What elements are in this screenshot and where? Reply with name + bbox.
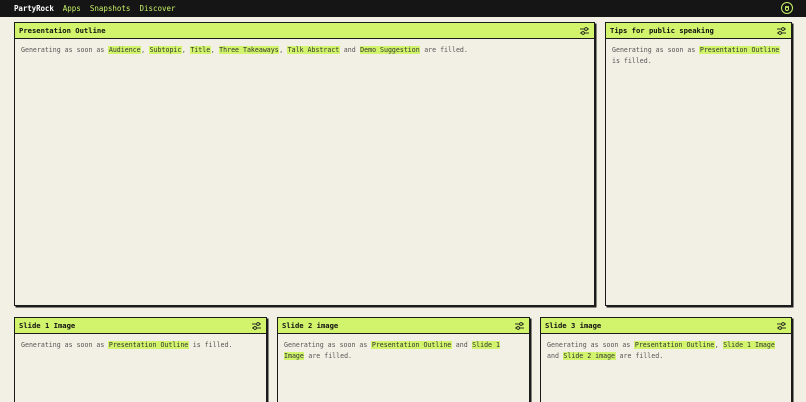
input-ref-demo-suggestion: Demo Suggestion [359,46,421,54]
widget-header: Slide 1 Image [15,318,266,334]
widget-slide-2-image: Slide 2 image Generating as soon as Pres… [277,317,530,402]
input-ref-presentation-outline: Presentation Outline [634,341,715,349]
input-ref-slide-1-image: Slide 1 Image [722,341,776,349]
settings-sliders-icon[interactable] [515,321,524,330]
widget-title: Slide 1 Image [19,321,76,330]
settings-sliders-icon[interactable] [252,321,261,330]
input-ref-slide-2-image: Slide 2 image [562,351,616,360]
input-ref-audience: Audience [108,46,142,54]
widget-title: Tips for public speaking [610,26,714,35]
user-avatar-icon[interactable] [781,2,793,14]
settings-sliders-icon[interactable] [777,321,786,330]
widget-status-text: Generating as soon as Presentation Outli… [612,46,780,65]
input-ref-subtopic: Subtopic [149,46,182,54]
input-ref-presentation-outline: Presentation Outline [371,341,452,349]
input-ref-talk-abstract: Talk Abstract [287,46,340,54]
widget-title: Presentation Outline [19,26,106,35]
widget-presentation-outline: Presentation Outline Generating as soon … [14,22,595,306]
nav-link-discover[interactable]: Discover [139,4,175,13]
widget-header: Slide 2 image [278,318,529,334]
nav-link-snapshots[interactable]: Snapshots [90,4,131,13]
widget-slide-3-image: Slide 3 image Generating as soon as Pres… [540,317,792,402]
settings-sliders-icon[interactable] [580,26,589,35]
input-ref-title: Title [189,46,211,54]
brand-logo[interactable]: PartyRock [14,4,54,13]
widget-status-text: Generating as soon as Presentation Outli… [547,341,776,360]
input-ref-three-takeaways: Three Takeaways [218,46,280,54]
settings-sliders-icon[interactable] [777,26,786,35]
widget-status-text: Generating as soon as Presentation Outli… [284,341,500,360]
widget-header: Tips for public speaking [606,23,791,39]
widget-status-text: Generating as soon as Audience, Subtopic… [21,46,468,54]
widget-title: Slide 3 image [545,321,602,330]
nav-link-apps[interactable]: Apps [63,4,81,13]
widget-slide-1-image: Slide 1 Image Generating as soon as Pres… [14,317,267,402]
input-ref-presentation-outline: Presentation Outline [108,341,189,349]
widget-status-text: Generating as soon as Presentation Outli… [21,341,233,349]
widget-header: Presentation Outline [15,23,594,39]
top-nav-bar: PartyRock Apps Snapshots Discover [0,0,806,17]
widget-tips-public-speaking: Tips for public speaking Generating as s… [605,22,792,306]
widget-title: Slide 2 image [282,321,339,330]
widget-header: Slide 3 image [541,318,791,334]
input-ref-presentation-outline: Presentation Outline [699,46,780,54]
